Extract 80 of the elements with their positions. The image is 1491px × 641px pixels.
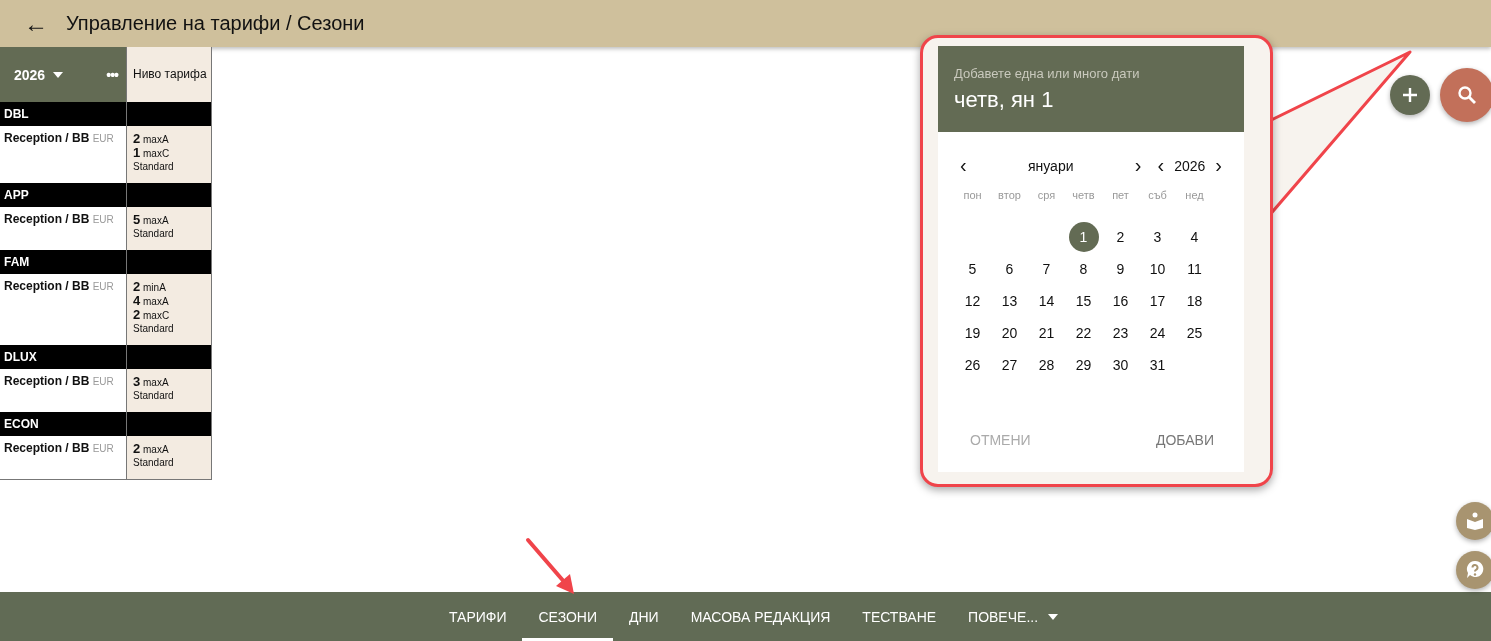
room-type-cell: APP xyxy=(0,183,127,207)
calendar-day[interactable]: 8 xyxy=(1068,254,1099,284)
add-dates-button[interactable]: ДОБАВИ xyxy=(1140,428,1230,452)
weekday-label: сря xyxy=(1036,189,1057,203)
calendar-day[interactable]: 24 xyxy=(1142,318,1173,348)
calendar-day[interactable]: 14 xyxy=(1031,286,1062,316)
rate-level-cell: 3 maxA Standard xyxy=(126,369,212,412)
month-label: януари xyxy=(1026,157,1075,174)
previous-month-button[interactable]: ‹ xyxy=(956,154,971,177)
calendar-day[interactable]: 29 xyxy=(1068,350,1099,380)
tab[interactable]: ТАРИФИ xyxy=(432,592,523,641)
calendar-day[interactable]: 6 xyxy=(994,254,1025,284)
caret-icon[interactable] xyxy=(53,71,64,78)
calendar-day[interactable]: 5 xyxy=(957,254,988,284)
year-label: 2026 xyxy=(1173,157,1207,174)
calendar-day[interactable]: 31 xyxy=(1142,350,1173,380)
calendar-day[interactable]: 4 xyxy=(1179,222,1210,252)
room-type-cell: DBL xyxy=(0,102,127,126)
calendar-day[interactable]: 11 xyxy=(1179,254,1210,284)
calendar-day[interactable]: 25 xyxy=(1179,318,1210,348)
rate-plan-cell: Reception / BB EUR xyxy=(0,436,127,480)
weekday-label: втор xyxy=(997,189,1022,203)
search-button[interactable] xyxy=(1440,68,1491,122)
tab[interactable]: ТЕСТВАНЕ xyxy=(846,592,953,641)
weekday-label: пет xyxy=(1111,189,1130,203)
calendar-day[interactable]: 12 xyxy=(957,286,988,316)
calendar-day[interactable]: 1 xyxy=(1068,222,1099,252)
calendar-day[interactable]: 2 xyxy=(1105,222,1136,252)
search-icon xyxy=(1457,85,1477,105)
rate-level-cell: 2 maxA 1 maxC Standard xyxy=(126,126,212,183)
plus-icon xyxy=(1402,87,1418,103)
calendar-day[interactable]: 20 xyxy=(994,318,1025,348)
calendar-day[interactable]: 10 xyxy=(1142,254,1173,284)
page-title: Управление на тарифи / Сезони xyxy=(66,12,365,35)
book-reader-icon xyxy=(1466,512,1484,530)
calendar-day[interactable]: 13 xyxy=(994,286,1025,316)
calendar-day[interactable]: 16 xyxy=(1105,286,1136,316)
next-year-button[interactable]: › xyxy=(1211,154,1226,177)
room-type-cell: DLUX xyxy=(0,345,127,369)
calendar-day[interactable]: 28 xyxy=(1031,350,1062,380)
more-button[interactable]: ••• xyxy=(106,66,118,83)
tab[interactable]: ПОВЕЧЕ... xyxy=(952,592,1055,641)
year-selector[interactable]: 2026 xyxy=(14,66,46,83)
calendar-day[interactable]: 19 xyxy=(957,318,988,348)
next-month-button[interactable]: › xyxy=(1130,154,1146,177)
rate-level-cell: 2 maxA Standard xyxy=(126,436,212,480)
calendar-day[interactable]: 23 xyxy=(1105,318,1136,348)
rate-level-cell: 2 minA 4 maxA 2 maxC Standard xyxy=(126,274,212,345)
calendar-day[interactable]: 30 xyxy=(1105,350,1136,380)
weekday-label: четв xyxy=(1071,189,1096,203)
previous-year-button[interactable]: ‹ xyxy=(1153,154,1169,177)
calendar-day[interactable]: 22 xyxy=(1068,318,1099,348)
weekday-label: съб xyxy=(1147,189,1168,203)
weekday-label: пон xyxy=(962,189,983,203)
guide-button[interactable] xyxy=(1456,502,1491,540)
calendar-day[interactable]: 7 xyxy=(1031,254,1062,284)
weekday-label: нед xyxy=(1184,189,1205,203)
room-type-cell: ECON xyxy=(0,412,127,436)
calendar-day[interactable]: 17 xyxy=(1142,286,1173,316)
calendar-day[interactable]: 3 xyxy=(1142,222,1173,252)
calendar-day[interactable]: 15 xyxy=(1068,286,1099,316)
add-button[interactable] xyxy=(1390,75,1430,115)
help-icon xyxy=(1465,560,1485,580)
calendar-day[interactable]: 26 xyxy=(957,350,988,380)
column-header: Ниво тарифа xyxy=(126,47,212,102)
help-button[interactable] xyxy=(1456,551,1491,589)
tab[interactable]: МАСОВА РЕДАКЦИЯ xyxy=(674,592,847,641)
picker-hint: Добавете една или много дати xyxy=(954,66,1141,81)
annotation-arrow xyxy=(526,538,574,594)
caret-icon[interactable] xyxy=(1048,613,1059,620)
rate-level-cell: 5 maxA Standard xyxy=(126,207,212,250)
calendar-day[interactable]: 21 xyxy=(1031,318,1062,348)
selected-date: четв, ян 1 xyxy=(954,87,1055,113)
tab[interactable]: СЕЗОНИ xyxy=(522,592,613,641)
calendar-day[interactable]: 27 xyxy=(994,350,1025,380)
calendar-day[interactable]: 18 xyxy=(1179,286,1210,316)
calendar-day[interactable]: 9 xyxy=(1105,254,1136,284)
tab[interactable]: ДНИ xyxy=(613,592,675,641)
back-button[interactable]: ← xyxy=(20,9,52,38)
room-type-cell: FAM xyxy=(0,250,127,274)
